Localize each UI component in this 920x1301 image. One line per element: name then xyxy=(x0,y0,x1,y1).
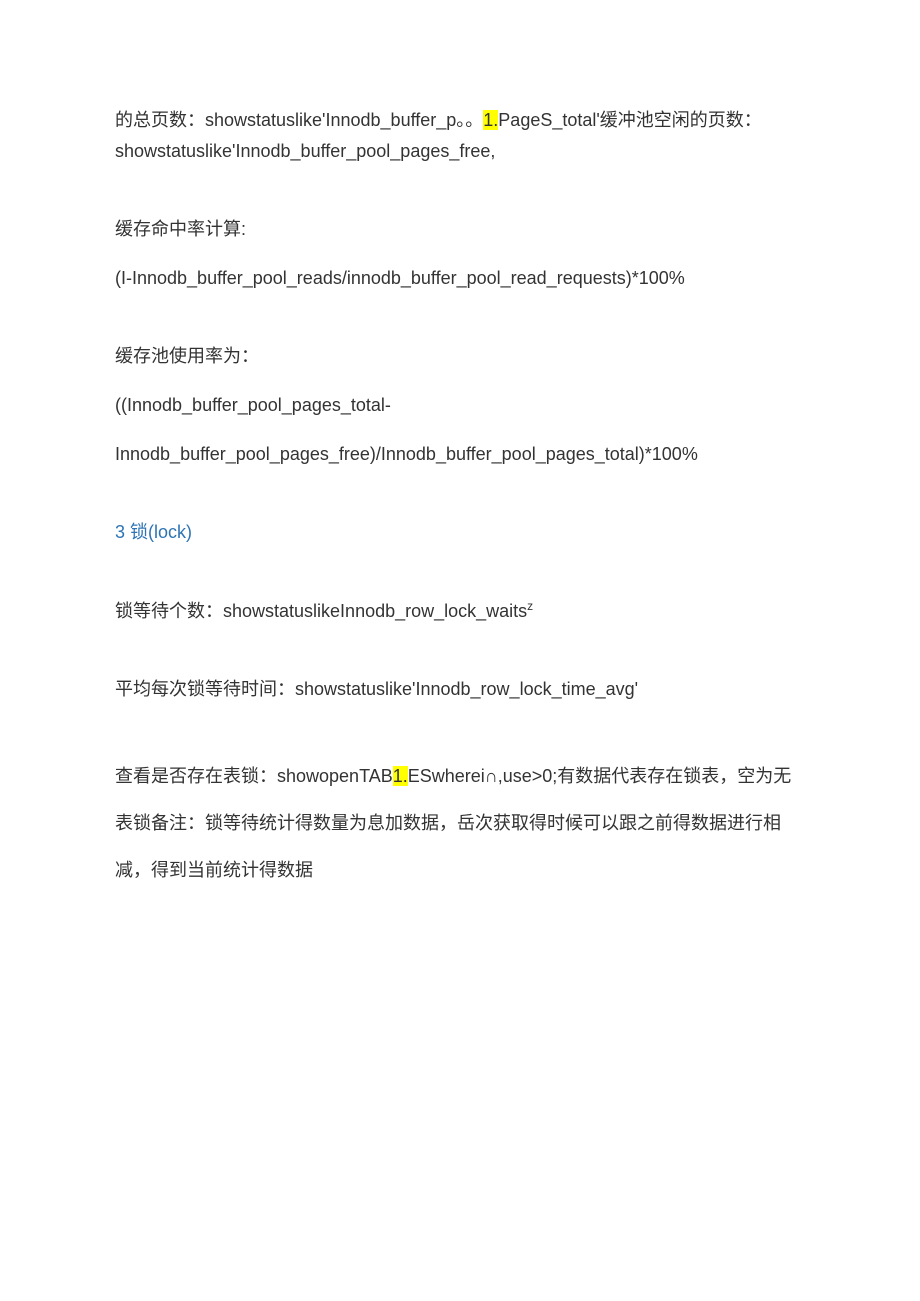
paragraph-hitrate-label: 缓存命中率计算: xyxy=(115,214,805,245)
text-lock-waits: 锁等待个数：showstatuslikeInnodb_row_lock_wait… xyxy=(115,601,527,621)
paragraph-lock-waits: 锁等待个数：showstatuslikeInnodb_row_lock_wait… xyxy=(115,596,805,627)
paragraph-table-lock: 查看是否存在表锁：showopenTAB1.ESwherei∩,use>0;有数… xyxy=(115,753,805,893)
text-tablelock-part1: 查看是否存在表锁：showopenTAB xyxy=(115,766,393,786)
section-heading-lock: 3 锁(lock) xyxy=(115,517,805,548)
highlight-1: 1. xyxy=(483,110,498,130)
paragraph-usage-formula-1: ((Innodb_buffer_pool_pages_total- xyxy=(115,390,805,421)
paragraph-usage-label: 缓存池使用率为： xyxy=(115,341,805,372)
paragraph-total-pages: 的总页数：showstatuslike'Innodb_buffer_p。。1.P… xyxy=(115,105,805,166)
paragraph-hitrate-formula: (I-Innodb_buffer_pool_reads/innodb_buffe… xyxy=(115,263,805,294)
document-page: 的总页数：showstatuslike'Innodb_buffer_p。。1.P… xyxy=(0,0,920,1001)
text-part1: 的总页数：showstatuslike'Innodb_buffer_p。。 xyxy=(115,110,483,130)
paragraph-usage-formula-2: Innodb_buffer_pool_pages_free)/Innodb_bu… xyxy=(115,439,805,470)
superscript-z: z xyxy=(527,599,533,613)
highlight-2: 1. xyxy=(393,766,408,786)
paragraph-lock-time-avg: 平均每次锁等待时间：showstatuslike'Innodb_row_lock… xyxy=(115,674,805,705)
